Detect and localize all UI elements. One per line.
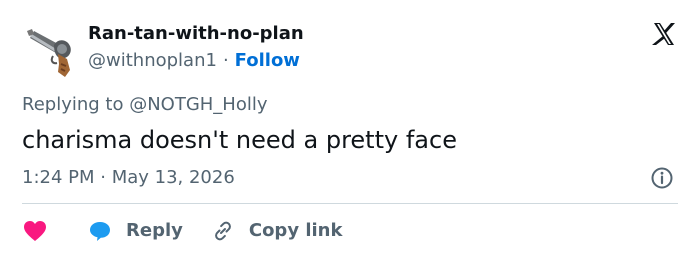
copy-link-button[interactable]: Copy link xyxy=(211,217,343,245)
divider xyxy=(22,203,678,204)
handle-row: @withnoplan1 · Follow xyxy=(88,50,304,72)
tweet-header: Ran-tan-with-no-plan @withnoplan1 · Foll… xyxy=(22,14,304,84)
tweet-timestamp[interactable]: 1:24 PM · May 13, 2026 xyxy=(22,165,235,191)
avatar[interactable] xyxy=(22,14,80,80)
separator-dot: · xyxy=(222,50,229,71)
reply-button[interactable]: Reply xyxy=(88,217,183,245)
user-info: Ran-tan-with-no-plan @withnoplan1 · Foll… xyxy=(88,23,304,72)
display-name[interactable]: Ran-tan-with-no-plan xyxy=(88,23,304,45)
revolver-avatar-icon xyxy=(27,29,71,77)
x-logo-icon[interactable] xyxy=(650,20,678,48)
reply-context[interactable]: Replying to @NOTGH_Holly xyxy=(22,93,268,117)
tweet-text: charisma doesn't need a pretty face xyxy=(22,126,457,154)
speech-bubble-icon xyxy=(90,222,110,241)
reply-label: Reply xyxy=(126,220,183,241)
follow-button[interactable]: Follow xyxy=(235,50,300,72)
copy-link-label: Copy link xyxy=(248,220,343,241)
tweet-actions: Reply Copy link xyxy=(22,216,342,246)
heart-icon xyxy=(24,221,46,241)
like-button[interactable] xyxy=(22,217,88,245)
link-icon xyxy=(214,221,231,241)
user-handle[interactable]: @withnoplan1 xyxy=(88,50,217,72)
info-icon[interactable] xyxy=(650,166,674,190)
tweet-card: Ran-tan-with-no-plan @withnoplan1 · Foll… xyxy=(0,0,700,256)
